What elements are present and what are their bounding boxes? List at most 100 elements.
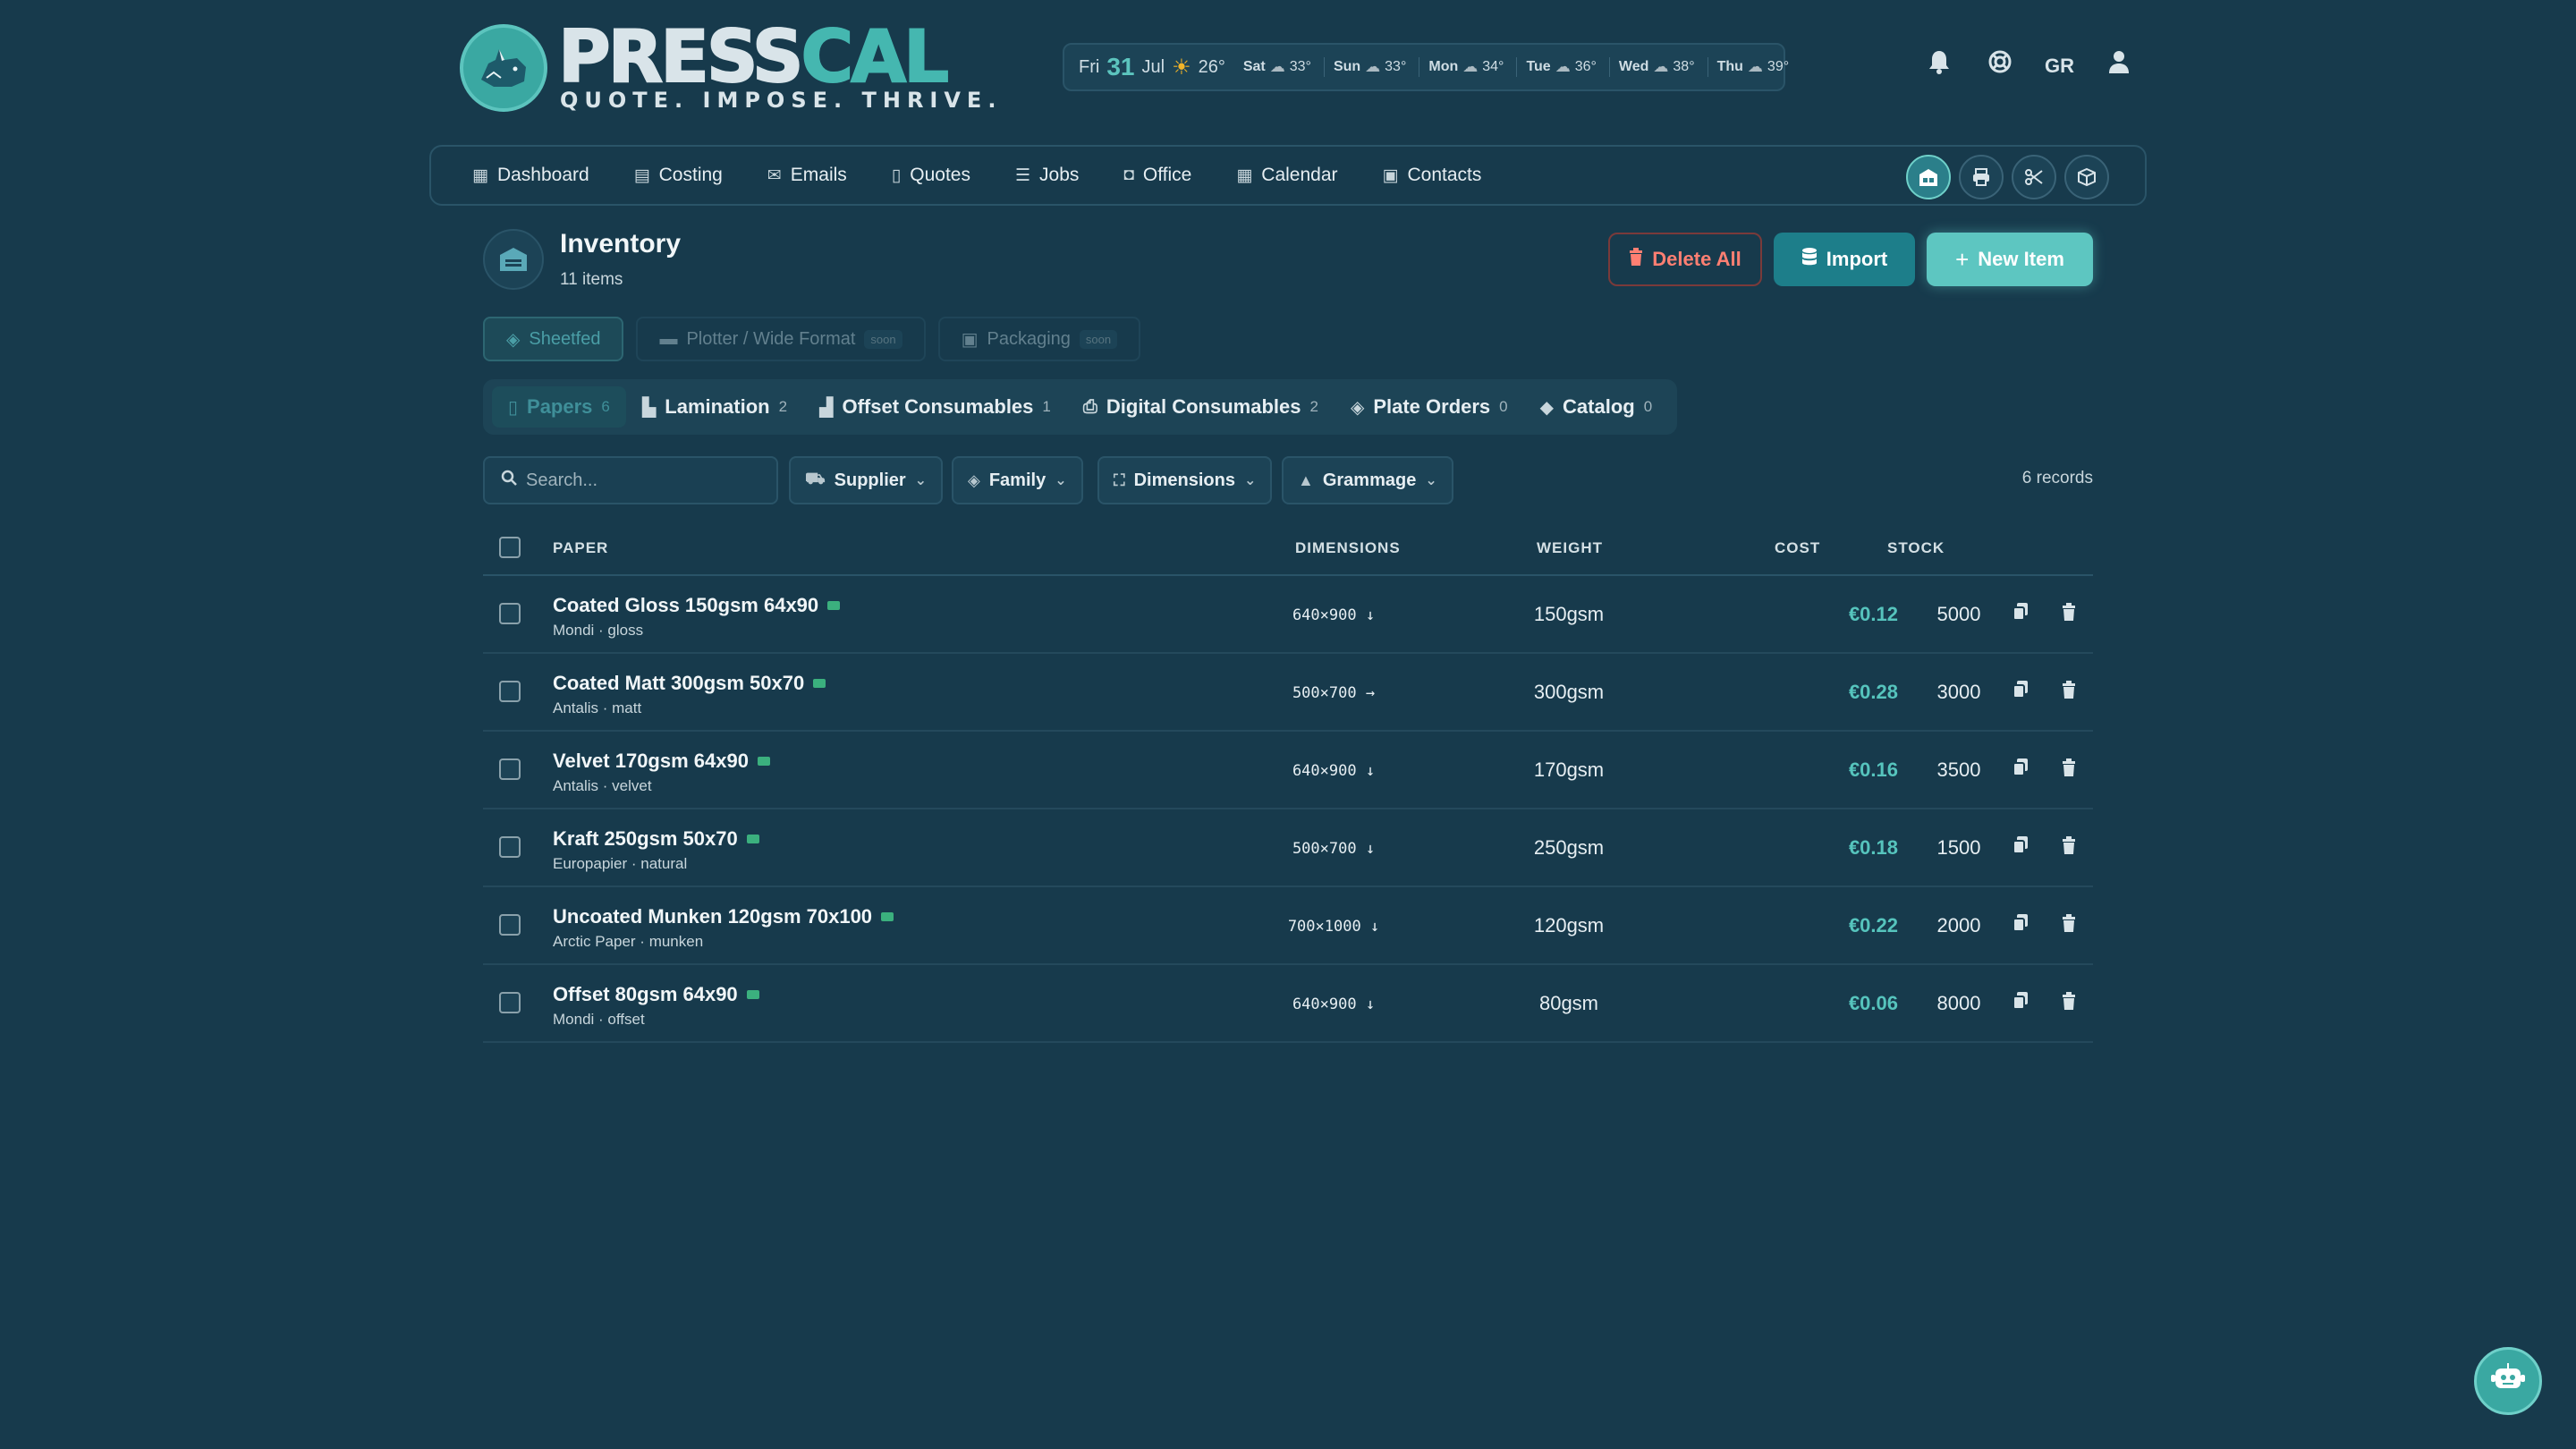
trash-icon[interactable] xyxy=(2062,992,2076,1015)
weather-today-day: 31 xyxy=(1106,53,1135,80)
forecast-day: Thu ☁ 39° xyxy=(1717,58,1790,76)
nav-item-dashboard[interactable]: ▦ Dashboard xyxy=(472,165,589,186)
column-paper[interactable]: PAPER xyxy=(553,539,608,557)
document-icon: ▯ xyxy=(891,165,902,185)
subtab-count: 1 xyxy=(1042,398,1051,415)
forecast-day-name: Thu xyxy=(1716,59,1743,74)
nav-item-costing[interactable]: ▤ Costing xyxy=(634,165,723,186)
nav-item-quotes[interactable]: ▯ Quotes xyxy=(892,165,970,186)
copy-icon[interactable] xyxy=(2012,681,2029,704)
printer-tool-button[interactable] xyxy=(1959,155,2004,199)
table-row[interactable]: Kraft 250gsm 50x70 Europapier · natural 50… xyxy=(483,809,2093,887)
nav-item-label: Office xyxy=(1142,165,1192,185)
supplier-filter[interactable]: ⛟ Supplier ⌄ xyxy=(789,456,944,504)
search-input[interactable] xyxy=(526,470,758,491)
paper-name-text: Uncoated Munken 120gsm 70x100 xyxy=(553,905,873,928)
column-cost[interactable]: COST xyxy=(1775,539,1820,557)
column-dimensions[interactable]: DIMENSIONS xyxy=(1295,539,1401,557)
scissors-tool-button[interactable] xyxy=(2012,155,2056,199)
table-row[interactable]: Uncoated Munken 120gsm 70x100 Arctic Pape… xyxy=(483,887,2093,965)
stock-tag-icon xyxy=(757,757,770,766)
nav-item-calendar[interactable]: ▦ Calendar xyxy=(1236,165,1337,186)
filter-label: Supplier xyxy=(834,470,906,490)
grammage-filter[interactable]: ▲ Grammage ⌄ xyxy=(1282,456,1453,504)
nav-item-contacts[interactable]: ▣ Contacts xyxy=(1383,165,1482,186)
search-box[interactable] xyxy=(483,456,778,504)
row-checkbox[interactable] xyxy=(499,836,521,858)
row-checkbox[interactable] xyxy=(499,914,521,936)
paper-weight: 120gsm xyxy=(1533,914,1605,936)
dimensions-filter[interactable]: ⛶ Dimensions ⌄ xyxy=(1097,456,1273,504)
category-tab-plotter-wide-format[interactable]: ▬ Plotter / Wide Format soon xyxy=(636,317,926,361)
paper-name-text: Coated Gloss 150gsm 64x90 xyxy=(553,594,819,616)
paper-weight: 300gsm xyxy=(1533,681,1605,703)
nav-item-label: Jobs xyxy=(1039,165,1080,185)
row-checkbox[interactable] xyxy=(499,758,521,780)
layers-icon: ◈ xyxy=(506,329,521,350)
column-weight[interactable]: WEIGHT xyxy=(1537,539,1603,557)
category-tab-label: Plotter / Wide Format xyxy=(686,328,856,349)
copy-icon[interactable] xyxy=(2012,836,2029,860)
language-switch[interactable]: GR xyxy=(2045,55,2074,78)
table-row[interactable]: Velvet 170gsm 64x90 Antalis · velvet 640×9… xyxy=(483,732,2093,809)
nav-item-emails[interactable]: ✉ Emails xyxy=(767,165,847,186)
row-checkbox[interactable] xyxy=(499,603,521,624)
column-stock[interactable]: STOCK xyxy=(1887,539,1945,557)
row-checkbox[interactable] xyxy=(499,681,521,702)
copy-icon[interactable] xyxy=(2012,914,2029,937)
trash-icon[interactable] xyxy=(2062,681,2076,704)
nav-item-label: Costing xyxy=(658,165,723,185)
copy-icon[interactable] xyxy=(2012,992,2029,1015)
new-item-button[interactable]: + New Item xyxy=(1927,233,2093,286)
delete-all-button[interactable]: Delete All xyxy=(1608,233,1762,286)
category-tab-packaging[interactable]: ▣ Packaging soon xyxy=(937,317,1141,361)
warehouse-tool-button[interactable] xyxy=(1906,155,1951,199)
row-checkbox[interactable] xyxy=(499,992,521,1013)
subtab-catalog[interactable]: ◆ Catalog 0 xyxy=(1524,395,1669,419)
table-row[interactable]: Coated Matt 300gsm 50x70 Antalis · matt 50… xyxy=(483,654,2093,732)
paper-meta: Arctic Paper · munken xyxy=(553,933,704,950)
forecast-temp: 38° xyxy=(1673,59,1695,74)
warehouse-icon xyxy=(483,229,544,290)
subtab-lamination[interactable]: ▙ Lamination 2 xyxy=(626,395,803,419)
nav-item-office[interactable]: ◘ Office xyxy=(1123,165,1191,186)
box-tool-button[interactable] xyxy=(2064,155,2109,199)
category-tab-sheetfed[interactable]: ◈ Sheetfed xyxy=(483,317,624,361)
nav-item-label: Emails xyxy=(790,165,847,185)
copy-icon[interactable] xyxy=(2012,603,2029,626)
subtab-offset-consumables[interactable]: ▟ Offset Consumables 1 xyxy=(803,395,1067,419)
stock-tag-icon xyxy=(827,601,841,610)
brand-logo[interactable]: PRESSCAL QUOTE. IMPOSE. THRIVE. xyxy=(460,21,1002,113)
assistant-button[interactable] xyxy=(2474,1347,2542,1415)
forecast-temp: 34° xyxy=(1482,59,1504,74)
category-tabs: ◈ Sheetfed ▬ Plotter / Wide Format soon ▣ Pack… xyxy=(483,317,1141,361)
table-row[interactable]: Coated Gloss 150gsm 64x90 Mondi · gloss 64… xyxy=(483,576,2093,654)
select-all-checkbox[interactable] xyxy=(499,537,521,558)
user-icon[interactable] xyxy=(2103,48,2135,84)
subtab-digital-consumables[interactable]: ⎙ Digital Consumables 2 xyxy=(1067,395,1335,419)
subtab-papers[interactable]: ▯ Papers 6 xyxy=(492,386,626,428)
trash-icon[interactable] xyxy=(2062,603,2076,626)
forecast-day-name: Sun xyxy=(1333,59,1361,74)
list-icon: ☰ xyxy=(1014,165,1031,185)
weather-today-temp: 26° xyxy=(1198,56,1225,77)
paper-cost: €0.12 xyxy=(1848,603,1898,625)
trash-icon[interactable] xyxy=(2062,836,2076,860)
lifebuoy-icon[interactable] xyxy=(1984,48,2016,84)
forecast-day-name: Sat xyxy=(1242,59,1266,74)
subtab-label: Lamination xyxy=(665,395,770,418)
subtab-count: 0 xyxy=(1499,398,1508,415)
paper-meta: Mondi · gloss xyxy=(553,622,644,639)
family-filter[interactable]: ◈ Family ⌄ xyxy=(952,456,1083,504)
trash-icon[interactable] xyxy=(2062,758,2076,782)
subtab-plate-orders[interactable]: ◈ Plate Orders 0 xyxy=(1335,395,1524,419)
nav-item-jobs[interactable]: ☰ Jobs xyxy=(1015,165,1079,186)
plus-icon: + xyxy=(1955,245,1970,273)
bell-icon[interactable] xyxy=(1923,48,1955,84)
trash-icon[interactable] xyxy=(2062,914,2076,937)
copy-icon[interactable] xyxy=(2012,758,2029,782)
import-button[interactable]: Import xyxy=(1774,233,1915,286)
layers-icon: ◈ xyxy=(968,470,980,489)
paper-dimensions: 640×900 ↓ xyxy=(1292,606,1376,624)
table-row[interactable]: Offset 80gsm 64x90 Mondi · offset 640×900 … xyxy=(483,965,2093,1043)
